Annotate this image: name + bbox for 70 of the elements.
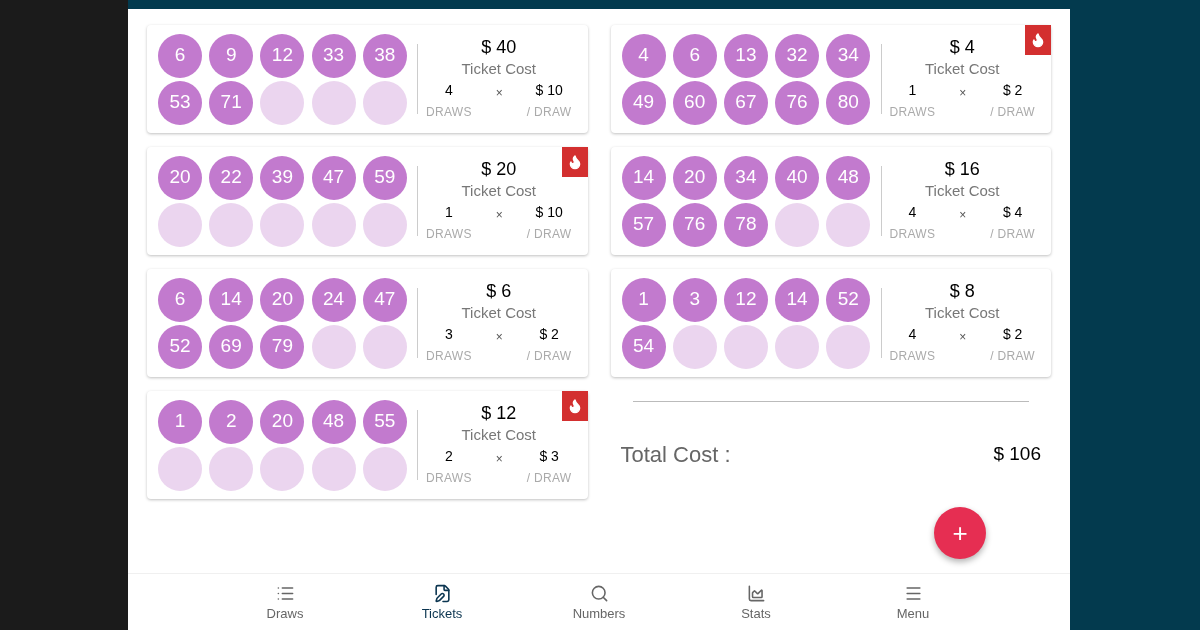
list-icon (275, 584, 295, 603)
price-per-draw: $ 2 (1002, 325, 1023, 344)
per-draw-label: / DRAW (990, 226, 1035, 243)
draws-count: 4 (444, 81, 453, 100)
draws-label: DRAWS (889, 226, 936, 243)
cost-label: Ticket Cost (461, 181, 536, 201)
times-sign: × (495, 451, 503, 468)
times-sign: × (495, 329, 503, 346)
draws-label: DRAWS (426, 226, 472, 243)
search-icon (589, 584, 609, 603)
nav-tab[interactable]: Draws (206, 574, 364, 630)
cost-label: Ticket Cost (461, 303, 536, 323)
ticket-card[interactable]: 1 3 12 14 52 54 $ 8 Ticket Cost 4 DRAWS × $ 2 / DRAW (610, 269, 1051, 377)
total-label: Total Cost : (620, 441, 731, 469)
ticket-cost: $ 6 (486, 280, 512, 303)
ticket-cost: $ 40 (481, 36, 517, 59)
nav-tab[interactable]: Numbers (520, 574, 678, 630)
price-per-draw: $ 3 (539, 447, 559, 466)
chart-icon (746, 584, 766, 603)
draws-count: 4 (908, 203, 917, 222)
draws-label: DRAWS (889, 104, 936, 121)
nav-tab[interactable]: Tickets (363, 574, 521, 630)
draws-label: DRAWS (426, 470, 472, 487)
price-per-draw: $ 2 (539, 325, 559, 344)
ticket-cost: $ 8 (949, 280, 975, 303)
draws-count: 4 (908, 325, 917, 344)
draws-label: DRAWS (426, 104, 472, 121)
ticket-cost: $ 20 (481, 158, 517, 181)
cost-label: Ticket Cost (461, 59, 536, 79)
ticket-card[interactable]: 6 14 20 24 47 52 69 79 $ 6 Ticket Cost 3 DRAWS × $ 2 / DRAW (147, 269, 588, 377)
per-draw-label: / DRAW (526, 348, 572, 365)
price-per-draw: $ 4 (1002, 203, 1023, 222)
ticket-card[interactable]: 1 2 20 48 55 $ 12 Ticket Cost 2 DRAWS × $ 3 / DRAW (147, 391, 588, 499)
menu-icon (903, 584, 923, 603)
total-value: $ 106 (993, 442, 1041, 467)
cost-label: Ticket Cost (461, 425, 536, 445)
price-per-draw: $ 2 (1002, 81, 1023, 100)
draws-label: DRAWS (426, 348, 472, 365)
ticket-cost: $ 4 (949, 36, 975, 59)
price-per-draw: $ 10 (535, 81, 563, 100)
per-draw-label: / DRAW (990, 104, 1035, 121)
document-pen-icon (432, 584, 452, 603)
add-button[interactable]: + (934, 507, 986, 559)
price-per-draw: $ 10 (535, 203, 563, 222)
per-draw-label: / DRAW (526, 226, 572, 243)
per-draw-label: / DRAW (526, 470, 572, 487)
times-sign: × (959, 329, 967, 346)
cost-label: Ticket Cost (925, 181, 1000, 201)
draws-count: 1 (908, 81, 917, 100)
ticket-card[interactable]: 14 20 34 40 48 57 76 78 $ 16 Ticket Cost 4 DRAWS × $ 4 / DRAW (610, 147, 1051, 255)
nav-tab[interactable]: Menu (834, 574, 992, 630)
flame-icon (1030, 32, 1046, 48)
cost-label: Ticket Cost (925, 59, 1000, 79)
times-sign: × (495, 85, 503, 102)
ticket-cost: $ 16 (944, 158, 980, 181)
draws-count: 3 (444, 325, 453, 344)
cost-label: Ticket Cost (925, 303, 1000, 323)
ticket-cost: $ 12 (481, 402, 517, 425)
times-sign: × (495, 207, 503, 224)
times-sign: × (959, 85, 967, 102)
ticket-card[interactable]: 4 6 13 32 34 49 60 67 76 80 $ 4 Ticket Cost 1 DRAWS × $ 2 / DRAW (610, 25, 1051, 133)
ticket-card[interactable]: 6 9 12 33 38 53 71 $ 40 Ticket Cost 4 DRAWS × $ 10 / DRAW (147, 25, 588, 133)
draws-label: DRAWS (889, 348, 936, 365)
times-sign: × (959, 207, 967, 224)
per-draw-label: / DRAW (526, 104, 572, 121)
nav-tab[interactable]: Stats (677, 574, 835, 630)
per-draw-label: / DRAW (990, 348, 1035, 365)
draws-count: 2 (444, 447, 453, 466)
draws-count: 1 (444, 203, 453, 222)
ticket-card[interactable]: 20 22 39 47 59 $ 20 Ticket Cost 1 DRAWS × $ 10 / DRAW (147, 147, 588, 255)
